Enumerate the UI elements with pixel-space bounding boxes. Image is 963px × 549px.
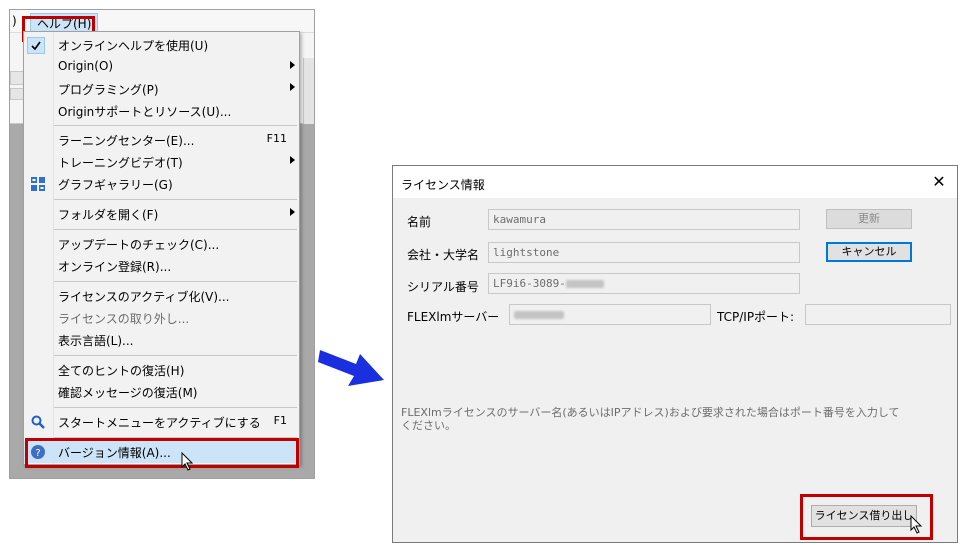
dialog-title: ライセンス情報	[401, 178, 485, 192]
menu-item-training-video[interactable]: トレーニングビデオ(T)	[24, 151, 299, 173]
dialog-titlebar: ライセンス情報 ✕	[393, 166, 957, 198]
menu-item-restore-hints[interactable]: 全てのヒントの復活(H)	[24, 359, 299, 381]
menu-item-remove-license: ライセンスの取り外し...	[24, 307, 299, 329]
right-arrow-icon	[318, 350, 384, 386]
menu-item-support-resources[interactable]: Originサポートとリソース(U)...	[24, 100, 299, 122]
serial-value: LF9i6-3089-	[493, 277, 566, 290]
close-icon[interactable]: ✕	[929, 172, 949, 192]
menu-item-label: グラフギャラリー(G)	[58, 178, 173, 192]
company-field: lightstone	[488, 242, 800, 263]
menu-item-open-folder[interactable]: フォルダを開く(F)	[24, 203, 299, 225]
submenu-arrow-icon	[290, 208, 295, 216]
company-label: 会社・大学名	[407, 248, 480, 262]
menubar-previous-item[interactable]: )	[12, 14, 17, 28]
menu-item-learning-center[interactable]: ラーニングセンター(E)... F11	[24, 129, 299, 151]
menu-item-label: ライセンスの取り外し...	[58, 312, 190, 326]
menu-item-check-updates[interactable]: アップデートのチェック(C)...	[24, 233, 299, 255]
name-field: kawamura	[488, 209, 800, 230]
menu-separator	[54, 229, 297, 230]
menu-item-programming[interactable]: プログラミング(P)	[24, 78, 299, 100]
mouse-cursor-icon	[910, 515, 923, 534]
menu-item-activate-start-menu[interactable]: スタートメニューをアクティブにする F1	[24, 411, 299, 433]
help-dropdown-menu: オンラインヘルプを使用(U) Origin(O) プログラミング(P) Orig…	[23, 31, 300, 465]
menu-item-label: ライセンスのアクティブ化(V)...	[58, 290, 230, 304]
toolbar-button[interactable]	[10, 88, 24, 100]
menu-item-label: アップデートのチェック(C)...	[58, 238, 220, 252]
menu-item-online-registration[interactable]: オンライン登録(R)...	[24, 255, 299, 277]
submenu-arrow-icon	[290, 156, 295, 164]
search-icon	[30, 414, 46, 430]
serial-field: LF9i6-3089-	[488, 273, 800, 294]
name-value: kawamura	[493, 213, 546, 226]
submenu-arrow-icon	[290, 83, 295, 91]
submenu-arrow-icon	[290, 61, 295, 69]
menu-item-restore-messages[interactable]: 確認メッセージの復活(M)	[24, 381, 299, 403]
menu-item-label: オンライン登録(R)...	[58, 260, 172, 274]
menu-item-label: 表示言語(L)...	[58, 334, 134, 348]
toolbar-scroll[interactable]	[303, 58, 314, 128]
server-hint-text: FLEXlmライセンスのサーバー名(あるいはIPアドレス)および要求された場合は…	[401, 406, 900, 432]
menu-item-label: オンラインヘルプを使用(U)	[58, 39, 209, 53]
highlight-box-version-info	[25, 438, 299, 468]
menu-item-label: プログラミング(P)	[58, 83, 159, 97]
license-info-dialog: ライセンス情報 ✕ 名前 kawamura 会社・大学名 lightstone …	[392, 165, 958, 543]
check-icon	[27, 37, 45, 54]
mouse-cursor-icon	[181, 452, 194, 471]
company-value: lightstone	[493, 246, 560, 259]
menu-item-label: トレーニングビデオ(T)	[58, 156, 183, 170]
server-label: FLEXlmサーバー	[407, 310, 500, 324]
menu-item-shortcut: F11	[266, 132, 287, 145]
menu-item-label: フォルダを開く(F)	[58, 208, 159, 222]
menu-separator	[54, 281, 297, 282]
menu-separator	[54, 125, 297, 126]
cancel-button[interactable]: キャンセル	[826, 242, 912, 262]
port-field[interactable]	[805, 304, 951, 325]
menu-item-shortcut: F1	[273, 414, 287, 427]
menu-item-label: Originサポートとリソース(U)...	[58, 105, 232, 119]
menu-separator	[54, 407, 297, 408]
name-label: 名前	[407, 215, 432, 229]
menu-item-label: 確認メッセージの復活(M)	[58, 386, 198, 400]
menu-separator	[54, 355, 297, 356]
redacted-server	[514, 311, 564, 319]
serial-label: シリアル番号	[407, 280, 479, 294]
menu-item-label: Origin(O)	[58, 59, 114, 73]
graph-gallery-icon	[30, 176, 46, 192]
menu-item-label: ラーニングセンター(E)...	[58, 134, 195, 148]
menu-item-online-help[interactable]: オンラインヘルプを使用(U)	[24, 34, 299, 56]
server-field[interactable]	[509, 304, 711, 325]
port-label: TCP/IPポート:	[717, 310, 795, 324]
menu-item-label: 全てのヒントの復活(H)	[58, 364, 185, 378]
update-button: 更新	[826, 209, 912, 229]
menu-item-graph-gallery[interactable]: グラフギャラリー(G)	[24, 173, 299, 195]
menu-item-display-language[interactable]: 表示言語(L)...	[24, 329, 299, 351]
menu-item-activate-license[interactable]: ライセンスのアクティブ化(V)...	[24, 285, 299, 307]
redacted-serial	[565, 280, 604, 288]
menu-item-origin[interactable]: Origin(O)	[24, 56, 299, 78]
menu-item-label: スタートメニューをアクティブにする	[58, 416, 261, 430]
menu-separator	[54, 199, 297, 200]
